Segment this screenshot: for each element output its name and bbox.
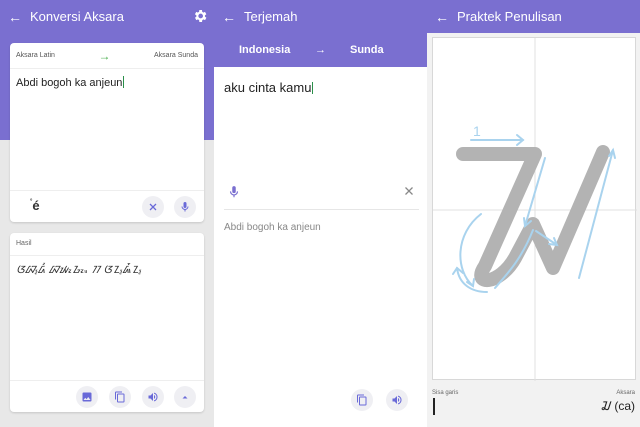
- stroke-guide: 1: [433, 38, 637, 381]
- speaker-icon: [392, 395, 402, 405]
- character-stroke: [456, 145, 610, 287]
- language-selector: Indonesia → Sunda: [214, 33, 427, 67]
- input-toolbar: °é: [10, 190, 204, 222]
- translation-output: Abdi bogoh ka anjeun: [224, 222, 321, 233]
- close-icon: [149, 203, 157, 211]
- back-arrow-icon[interactable]: ←: [427, 9, 457, 25]
- target-language[interactable]: Sunda: [350, 44, 384, 56]
- text-cursor: [312, 82, 314, 94]
- language-selector: Aksara Latin → Aksara Sunda: [10, 43, 204, 69]
- speaker-icon: [148, 392, 158, 402]
- special-char-button[interactable]: °é: [30, 198, 40, 213]
- result-card: Hasil ᮃᮘ᮪ᮓᮤ ᮘᮚᮧᮌᮧᮂ ᮊ ᮃᮔ᮪ᮏᮩᮔ᮪: [10, 233, 204, 412]
- page-title: Konversi Aksara: [30, 9, 124, 24]
- source-language[interactable]: Indonesia: [239, 44, 290, 56]
- app-bar: ← Konversi Aksara: [0, 0, 214, 33]
- translate-input[interactable]: aku cinta kamu: [224, 80, 314, 95]
- copy-icon: [357, 394, 367, 406]
- gear-icon[interactable]: [192, 8, 208, 24]
- image-icon: [82, 392, 92, 402]
- copy-icon: [115, 391, 125, 403]
- back-arrow-icon[interactable]: ←: [0, 9, 30, 25]
- latin-input[interactable]: Abdi bogoh ka anjeun: [16, 76, 125, 89]
- microphone-icon: [181, 202, 189, 212]
- text-cursor: [123, 76, 125, 88]
- expand-button[interactable]: [174, 386, 196, 408]
- remaining-strokes-indicator: [433, 398, 435, 415]
- remaining-strokes-label: Sisa garis: [432, 390, 459, 396]
- microphone-icon[interactable]: [227, 185, 241, 199]
- copy-button[interactable]: [109, 386, 131, 408]
- translate-screen: ← Terjemah Indonesia → Sunda aku cinta k…: [214, 0, 427, 427]
- chevron-up-icon: [182, 396, 188, 399]
- aksara-label: Aksara: [616, 390, 635, 396]
- close-icon[interactable]: [403, 185, 415, 197]
- save-image-button[interactable]: [76, 386, 98, 408]
- voice-input-button[interactable]: [174, 196, 196, 218]
- swap-arrow-icon[interactable]: →: [98, 49, 110, 63]
- divider: [10, 255, 204, 256]
- speak-button[interactable]: [142, 386, 164, 408]
- source-language[interactable]: Aksara Latin: [16, 52, 55, 59]
- copy-button[interactable]: [351, 389, 373, 411]
- back-arrow-icon[interactable]: ←: [214, 9, 244, 25]
- input-card: Aksara Latin → Aksara Sunda Abdi bogoh k…: [10, 43, 204, 222]
- target-language[interactable]: Aksara Sunda: [154, 52, 198, 59]
- result-toolbar: [10, 380, 204, 412]
- swap-arrow-icon[interactable]: →: [315, 44, 326, 56]
- speak-button[interactable]: [386, 389, 408, 411]
- sundanese-result: ᮃᮘ᮪ᮓᮤ ᮘᮚᮧᮌᮧᮂ ᮊ ᮃᮔ᮪ᮏᮩᮔ᮪: [16, 265, 142, 276]
- stroke-number: 1: [473, 123, 481, 139]
- clear-button[interactable]: [142, 196, 164, 218]
- page-title: Praktek Penulisan: [457, 9, 562, 24]
- aksara-value: ᮎ (ca): [601, 399, 635, 413]
- app-bar: ← Praktek Penulisan: [427, 0, 640, 33]
- result-label: Hasil: [16, 240, 32, 247]
- page-title: Terjemah: [244, 9, 298, 24]
- input-actions: [224, 182, 419, 210]
- converter-screen: ← Konversi Aksara Aksara Latin → Aksara …: [0, 0, 214, 427]
- app-bar: ← Terjemah: [214, 0, 427, 33]
- drawing-canvas[interactable]: 1: [432, 37, 637, 381]
